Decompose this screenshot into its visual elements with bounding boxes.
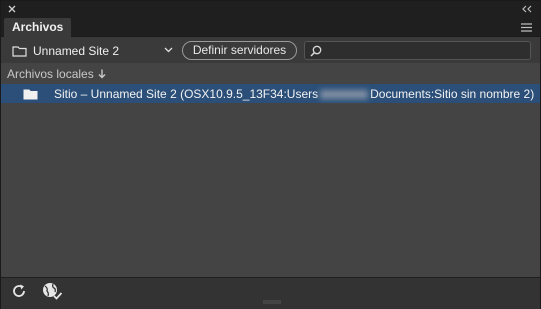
files-toolbar: Unnamed Site 2 Definir servidores: [1, 37, 540, 63]
search-field[interactable]: [304, 41, 531, 61]
folder-icon: [12, 45, 27, 57]
site-root-label: Sitio – Unnamed Site 2 (OSX10.9.5_13F34:…: [54, 87, 534, 101]
site-root-path-prefix: Sitio – Unnamed Site 2 (OSX10.9.5_13F34:…: [54, 86, 319, 101]
define-servers-button[interactable]: Definir servidores: [182, 41, 297, 60]
close-icon[interactable]: [8, 5, 16, 13]
search-icon: [310, 45, 322, 57]
search-input[interactable]: [325, 42, 529, 61]
resize-grip-icon[interactable]: [263, 300, 281, 304]
site-root-path-suffix: Documents:Sitio sin nombre 2): [370, 86, 535, 101]
site-root-row[interactable]: Sitio – Unnamed Site 2 (OSX10.9.5_13F34:…: [1, 84, 540, 103]
bottom-toolbar: [1, 277, 540, 309]
folder-icon: [23, 89, 38, 99]
column-header-local-files[interactable]: Archivos locales: [7, 67, 106, 81]
refresh-icon[interactable]: [11, 283, 27, 299]
site-dropdown-value: Unnamed Site 2: [33, 43, 120, 58]
panel-chrome: [1, 1, 540, 18]
redacted-username: [320, 89, 369, 99]
chevron-down-icon: [164, 47, 173, 53]
globe-sync-icon[interactable]: [41, 281, 63, 301]
double-chevron-icon[interactable]: [521, 4, 533, 14]
files-panel: Archivos Unnamed Site 2 Definir servidor…: [0, 0, 541, 309]
column-header-label: Archivos locales: [7, 67, 94, 81]
file-list: Archivos locales Sitio – Unnamed Site 2 …: [1, 63, 540, 277]
hamburger-menu-icon[interactable]: [521, 23, 532, 32]
arrow-down-icon: [98, 69, 106, 79]
tab-archivos[interactable]: Archivos: [4, 18, 72, 37]
tab-bar: Archivos: [1, 18, 540, 37]
site-dropdown[interactable]: Unnamed Site 2: [7, 41, 175, 60]
